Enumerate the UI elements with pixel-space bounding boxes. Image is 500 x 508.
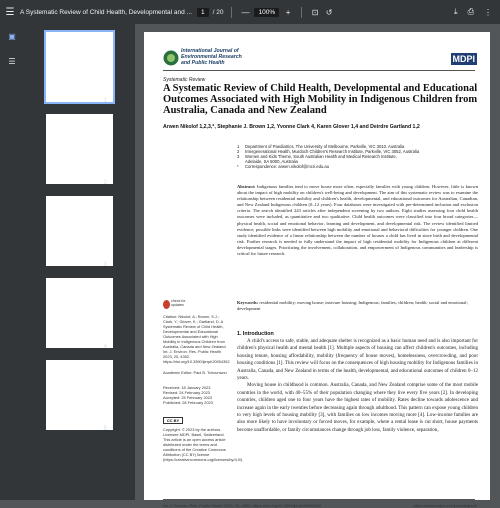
keywords-label: Keywords: xyxy=(237,300,259,305)
publisher-logo: MDPI xyxy=(450,53,477,65)
affiliation-number: * xyxy=(237,164,239,169)
divider xyxy=(231,6,233,18)
journal-logo-icon xyxy=(163,50,179,66)
sidebar: ▣ ☰ xyxy=(0,24,24,500)
citation: Citation: Nikolof, A.; Brown, S.J.; Clar… xyxy=(163,314,230,364)
pdf-page: International Journal of Environmental R… xyxy=(144,32,490,508)
check-for-updates-badge[interactable]: check for updates xyxy=(163,298,193,310)
academic-editor: Academic Editor: Paul B. Tchounwou xyxy=(163,370,227,375)
page-thumbnail[interactable] xyxy=(46,278,113,348)
journal-name-line: and Public Health xyxy=(181,59,225,66)
footer-url: https://www.mdpi.com/journal/ijerph xyxy=(414,503,477,508)
check-updates-text: check for updates xyxy=(170,299,186,307)
download-icon[interactable]: ⤓ xyxy=(454,7,458,17)
keywords: Keywords: residential mobility; moving h… xyxy=(237,300,478,312)
page-total: / 20 xyxy=(212,8,224,16)
thumbnail-page-number: 2 xyxy=(103,180,107,186)
thumbnail-page-number: 4 xyxy=(103,344,107,350)
print-icon[interactable]: ⎙ xyxy=(468,7,474,17)
thumbnail-page-number: 5 xyxy=(103,426,107,432)
journal-name: International Journal of Environmental R… xyxy=(181,48,242,66)
document-title: A Systematic Review of Child Health, Dev… xyxy=(20,8,192,16)
article-dates: Received: 18 January 2023 Revised: 24 Fe… xyxy=(163,385,229,405)
pdf-toolbar: ☰ A Systematic Review of Child Health, D… xyxy=(0,0,500,24)
affiliations: 1 Department of Paediatrics, The Universi… xyxy=(237,144,477,169)
zoom-in-button[interactable]: + xyxy=(283,8,293,17)
page-thumbnail[interactable] xyxy=(46,196,113,266)
affiliation-text: Correspondence: arwen.nikolof@mcri.edu.a… xyxy=(245,164,330,169)
abstract: Abstract: Indigenous families tend to mo… xyxy=(237,184,478,257)
paragraph: A child's access to safe, stable, and ad… xyxy=(237,338,478,382)
footer-citation: Int. J. Environ. Res. Public Health 2023… xyxy=(163,503,322,508)
abstract-label: Abstract: xyxy=(237,184,256,189)
article-title: A Systematic Review of Child Health, Dev… xyxy=(163,83,478,117)
author-list: Arwen Nikolof 1,2,3,*, Stephanie J. Brow… xyxy=(163,124,420,130)
check-updates-icon xyxy=(163,299,170,309)
page-thumbnail[interactable] xyxy=(44,30,115,104)
thumbnail-page-number: 1 xyxy=(103,98,107,104)
page-thumbnail[interactable] xyxy=(46,360,113,430)
outline-icon[interactable]: ☰ xyxy=(7,56,17,66)
abstract-text: Indigenous families tend to move house m… xyxy=(237,184,479,257)
cc-license-badge: CC BY xyxy=(163,417,183,424)
header-rule xyxy=(163,70,475,71)
date-line: Published: 28 February 2023 xyxy=(163,400,213,405)
zoom-level-input[interactable]: 100% xyxy=(254,7,280,17)
thumbnail-page-number: 3 xyxy=(103,262,107,268)
page-number-input[interactable]: 1 xyxy=(197,7,209,17)
divider xyxy=(301,6,303,18)
introduction-text: A child's access to safe, stable, and ad… xyxy=(237,338,478,434)
copyright-notice: Copyright: © 2023 by the authors. Licens… xyxy=(163,427,244,462)
page-thumbnail[interactable] xyxy=(46,114,113,184)
zoom-out-button[interactable]: — xyxy=(240,8,250,17)
thumbnail-panel: 1 2 3 4 5 xyxy=(24,24,135,500)
page-controls: 1 / 20 — 100% + ⊡ ↺ xyxy=(197,0,334,24)
keywords-text: residential mobility; moving house; inse… xyxy=(237,300,468,312)
more-options-icon[interactable]: ⋮ xyxy=(484,8,492,17)
menu-icon[interactable]: ☰ xyxy=(0,0,20,24)
thumbnails-icon[interactable]: ▣ xyxy=(7,31,17,41)
rotate-icon[interactable]: ↺ xyxy=(324,8,334,17)
toolbar-actions: ⤓ ⎙ ⋮ xyxy=(454,0,492,24)
affiliation-row: * Correspondence: arwen.nikolof@mcri.edu.… xyxy=(237,164,477,169)
section-heading: 1. Introduction xyxy=(237,331,274,337)
fit-page-icon[interactable]: ⊡ xyxy=(310,8,320,17)
paragraph: Moving house in childhood is common. Aus… xyxy=(237,382,478,433)
